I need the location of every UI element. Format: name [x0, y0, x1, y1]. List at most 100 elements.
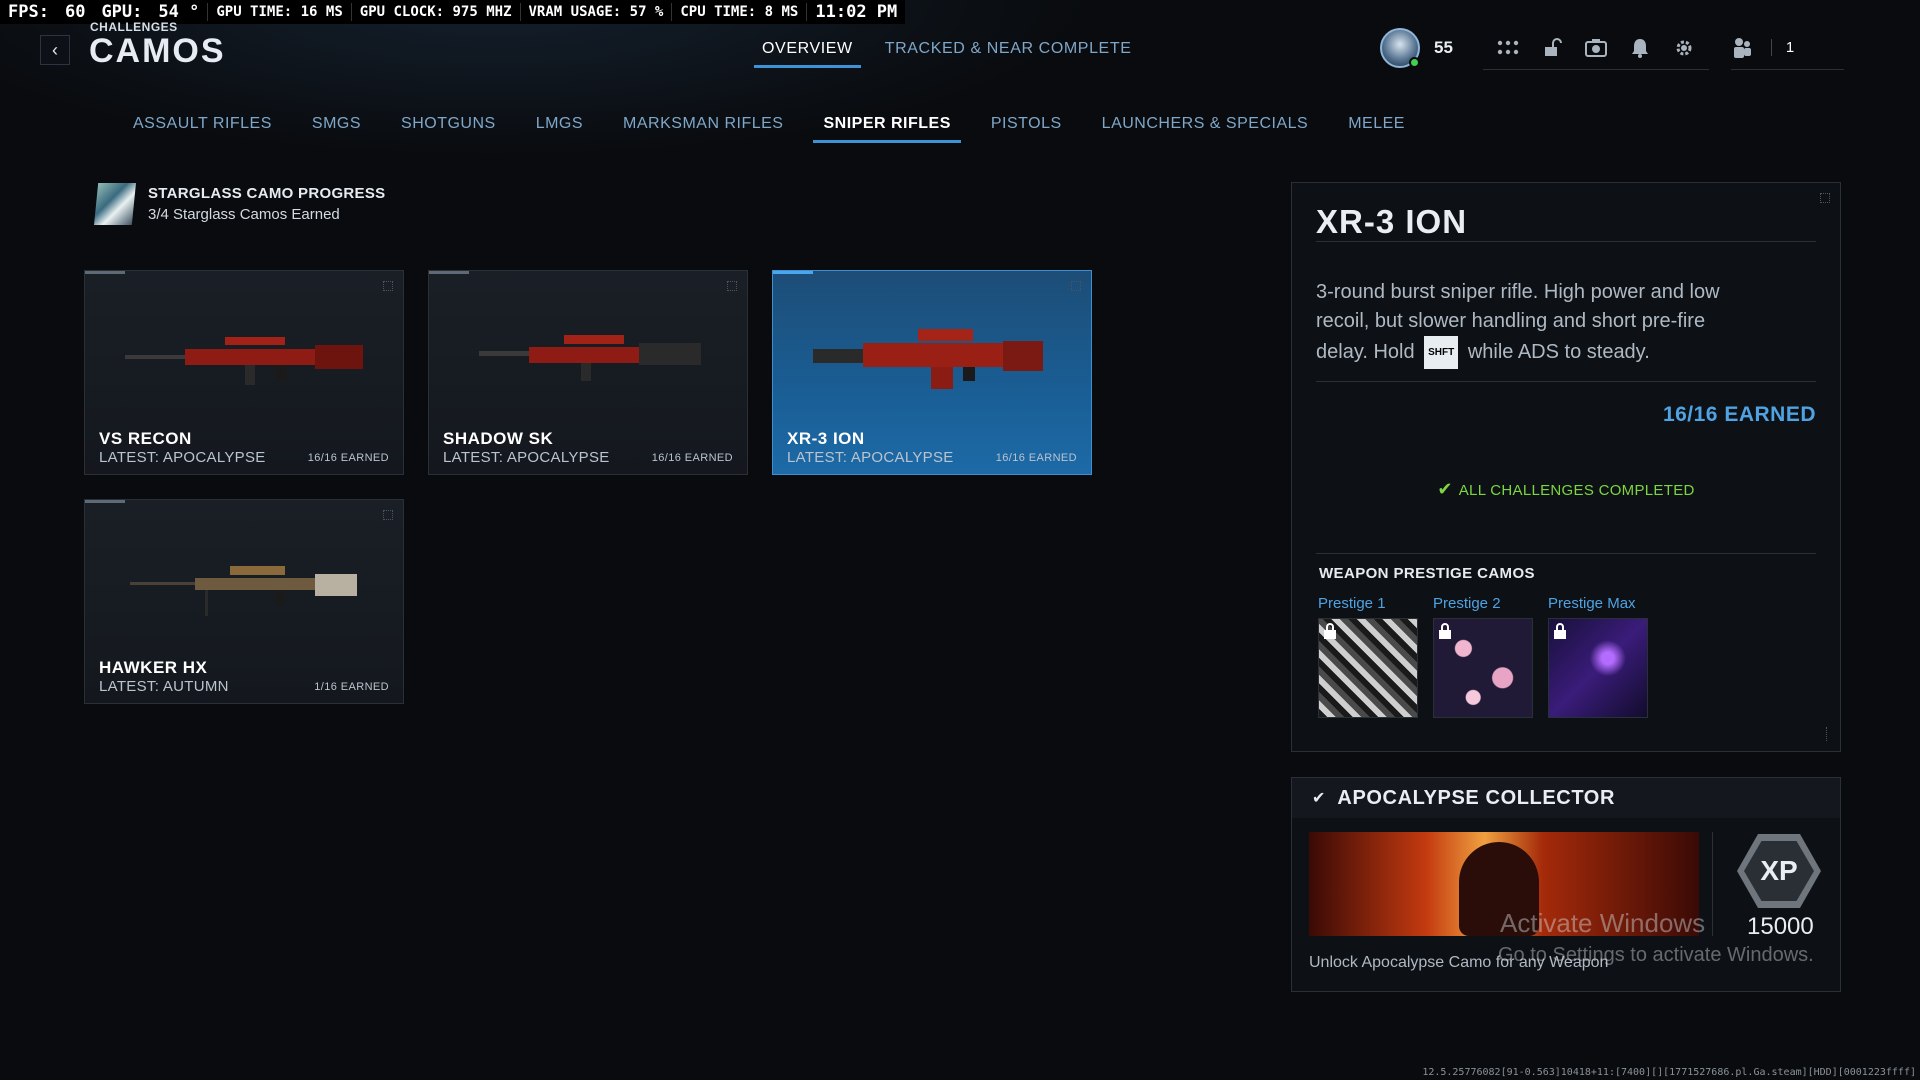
prestige-label: Prestige 1: [1318, 595, 1386, 612]
card-progress-line: [429, 271, 469, 274]
challenges-complete-status: ✔ ALL CHALLENGES COMPLETED: [1292, 479, 1840, 500]
weapon-name: VS RECON: [99, 429, 192, 448]
collector-header: ✔ APOCALYPSE COLLECTOR: [1292, 778, 1840, 818]
detail-weapon-title: XR-3 ION: [1316, 203, 1468, 240]
party-count: 1: [1770, 39, 1794, 56]
gear-icon[interactable]: [1673, 37, 1695, 59]
card-progress-line: [85, 271, 125, 274]
prestige-camo-2[interactable]: Prestige 2: [1433, 595, 1533, 718]
weapon-card-vs-recon[interactable]: VS RECON LATEST: APOCALYPSE 16/16 EARNED: [84, 270, 404, 475]
party-icon[interactable]: [1731, 37, 1753, 59]
page-title: CAMOS: [89, 32, 226, 70]
category-pistols[interactable]: PISTOLS: [991, 115, 1062, 143]
weapon-earned: 16/16 EARNED: [995, 452, 1077, 464]
grid-icon[interactable]: [1497, 37, 1519, 59]
weapon-image: [479, 335, 701, 381]
starglass-camo-icon: [94, 183, 136, 225]
category-assault-rifles[interactable]: ASSAULT RIFLES: [133, 115, 272, 143]
weapon-earned: 16/16 EARNED: [651, 452, 733, 464]
card-progress-line: [85, 500, 125, 503]
weapon-card-hawker-hx[interactable]: HAWKER HX LATEST: AUTUMN 1/16 EARNED: [84, 499, 404, 704]
weapon-description: 3-round burst sniper rifle. High power a…: [1316, 278, 1756, 369]
prestige-camos-title: WEAPON PRESTIGE CAMOS: [1319, 565, 1535, 582]
category-melee[interactable]: MELEE: [1348, 115, 1405, 143]
bell-icon[interactable]: [1629, 37, 1651, 59]
prestige-camo-row: Prestige 1 Prestige 2 Prestige Max: [1318, 595, 1648, 718]
prestige-label: Prestige Max: [1548, 595, 1636, 612]
divider: [1316, 381, 1816, 382]
category-launchers-specials[interactable]: LAUNCHERS & SPECIALS: [1102, 115, 1309, 143]
weapon-latest-camo: LATEST: APOCALYPSE: [443, 449, 610, 466]
card-corner-mark: [1071, 281, 1081, 291]
online-status-dot: [1409, 57, 1420, 68]
back-button[interactable]: ‹: [40, 35, 70, 65]
topbar-icons: [1482, 37, 1709, 70]
player-level: 55: [1434, 38, 1453, 57]
panel-corner-mark: [1820, 193, 1830, 203]
prestige-camo-swatch: [1548, 618, 1648, 718]
card-corner-mark: [727, 281, 737, 291]
category-shotguns[interactable]: SHOTGUNS: [401, 115, 496, 143]
lock-icon: [1439, 623, 1451, 639]
challenges-complete-text: ALL CHALLENGES COMPLETED: [1458, 482, 1695, 499]
activate-windows-subtitle: Go to Settings to activate Windows.: [1498, 944, 1814, 966]
weapon-name: HAWKER HX: [99, 658, 208, 677]
vram-usage: VRAM USAGE: 57 %: [528, 4, 664, 20]
weapon-image: [130, 566, 357, 616]
lock-open-icon[interactable]: [1541, 37, 1563, 59]
weapon-latest-camo: LATEST: AUTUMN: [99, 678, 229, 695]
detail-earned-count: 16/16 EARNED: [1662, 403, 1816, 426]
prestige-camo-swatch: [1433, 618, 1533, 718]
lock-icon: [1324, 623, 1336, 639]
weapon-image: [125, 337, 363, 385]
weapon-card-shadow-sk[interactable]: SHADOW SK LATEST: APOCALYPSE 16/16 EARNE…: [428, 270, 748, 475]
prestige-camo-max[interactable]: Prestige Max: [1548, 595, 1648, 718]
rank-emblem-icon[interactable]: [1380, 28, 1420, 68]
prestige-camo-1[interactable]: Prestige 1: [1318, 595, 1418, 718]
gpu-temp: 54 °: [158, 2, 200, 22]
party-section: 1: [1730, 37, 1845, 70]
category-smgs[interactable]: SMGS: [312, 115, 361, 143]
chevron-left-icon: ‹: [52, 39, 58, 60]
weapon-image: [813, 329, 1043, 389]
progress-subtitle: 3/4 Starglass Camos Earned: [148, 206, 340, 223]
check-icon: ✔: [1437, 479, 1453, 499]
card-corner-mark: [383, 510, 393, 520]
lock-icon: [1554, 623, 1566, 639]
progress-title: STARGLASS CAMO PROGRESS: [148, 185, 386, 202]
activate-windows-title: Activate Windows: [1500, 908, 1706, 938]
divider: [1316, 553, 1816, 554]
prestige-camo-swatch: [1318, 618, 1418, 718]
gpu-time: GPU TIME: 16 MS: [216, 4, 343, 20]
build-string: 12.5.25776082[91-0.563]10418+11:[7400][]…: [1422, 1067, 1916, 1078]
keybind-chip: SHFT: [1424, 336, 1459, 369]
weapon-earned: 1/16 EARNED: [314, 681, 389, 693]
tab-tracked-near-complete[interactable]: TRACKED & NEAR COMPLETE: [885, 40, 1132, 68]
fps-value: 60: [64, 2, 86, 22]
fps-label: FPS:: [8, 2, 49, 22]
divider: [1712, 832, 1713, 936]
scroll-handle[interactable]: [1826, 727, 1830, 741]
category-nav: ASSAULT RIFLES SMGS SHOTGUNS LMGS MARKSM…: [133, 115, 1405, 143]
weapon-earned: 16/16 EARNED: [307, 452, 389, 464]
weapon-name: SHADOW SK: [443, 429, 554, 448]
starglass-progress: STARGLASS CAMO PROGRESS 3/4 Starglass Ca…: [94, 183, 385, 225]
camera-icon[interactable]: [1584, 37, 1607, 59]
top-tabs: OVERVIEW TRACKED & NEAR COMPLETE: [754, 40, 1132, 68]
divider: [1316, 241, 1816, 242]
category-marksman-rifles[interactable]: MARKSMAN RIFLES: [623, 115, 783, 143]
weapon-card-xr-3-ion[interactable]: XR-3 ION LATEST: APOCALYPSE 16/16 EARNED: [772, 270, 1092, 475]
gpu-label: GPU:: [101, 2, 143, 22]
weapon-name: XR-3 ION: [787, 429, 865, 448]
clock: 11:02 PM: [815, 2, 898, 22]
category-sniper-rifles[interactable]: SNIPER RIFLES: [813, 115, 962, 143]
xp-badge-icon: XP: [1737, 834, 1821, 908]
prestige-label: Prestige 2: [1433, 595, 1501, 612]
cpu-time: CPU TIME: 8 MS: [680, 4, 799, 20]
category-lmgs[interactable]: LMGS: [536, 115, 583, 143]
tab-overview[interactable]: OVERVIEW: [754, 40, 861, 68]
weapon-latest-camo: LATEST: APOCALYPSE: [99, 449, 266, 466]
card-progress-line: [773, 271, 813, 274]
check-icon: ✔: [1312, 790, 1326, 807]
card-corner-mark: [383, 281, 393, 291]
